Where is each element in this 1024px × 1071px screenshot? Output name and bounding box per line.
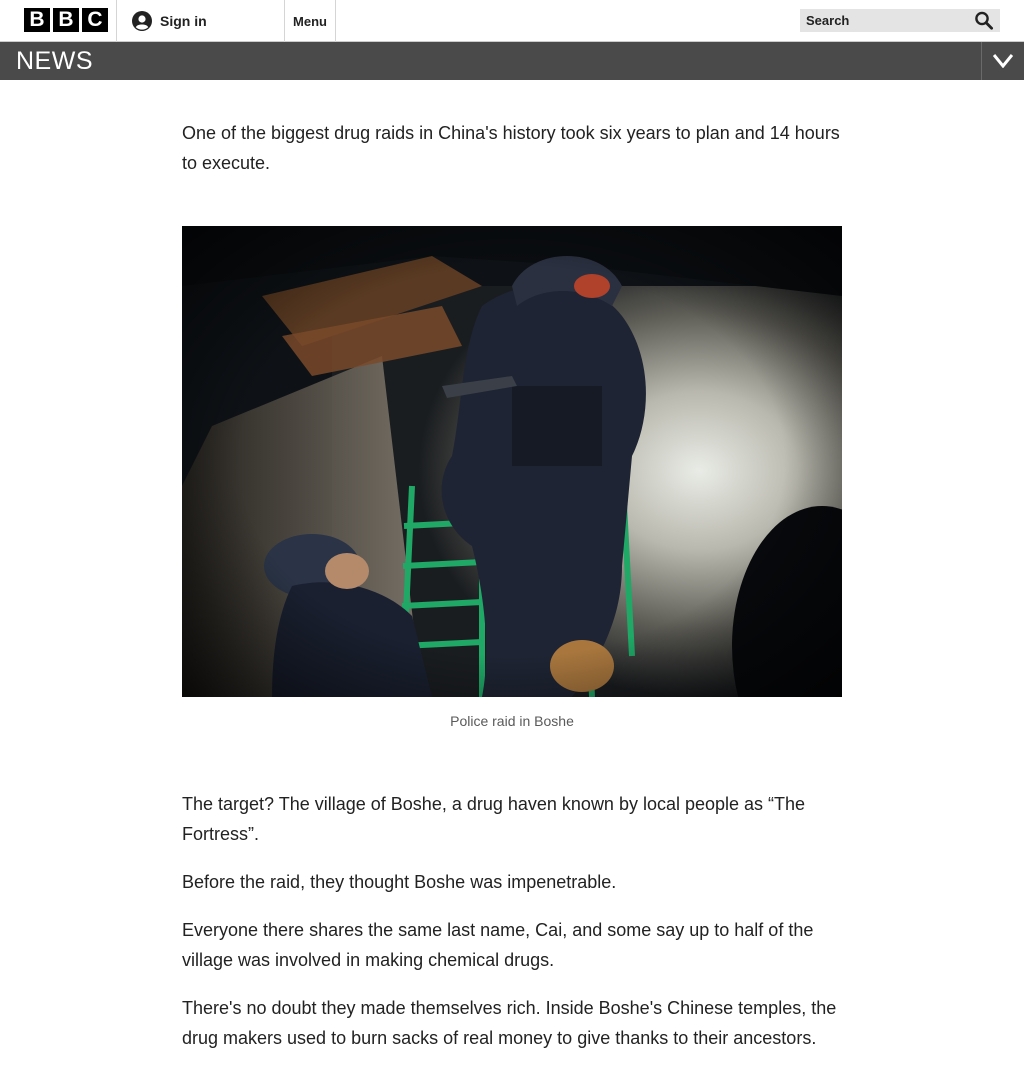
bbc-top-bar: B B C Sign in Menu	[0, 0, 1024, 42]
chevron-down-icon	[993, 54, 1013, 68]
sign-in-button[interactable]: Sign in	[132, 10, 207, 32]
user-icon	[132, 11, 152, 31]
article-paragraph: Before the raid, they thought Boshe was …	[182, 872, 617, 892]
bbc-logo-block: B	[53, 8, 79, 32]
menu-label: Menu	[293, 13, 327, 29]
article-figure: Police raid in Boshe	[182, 226, 842, 729]
article-paragraph: There's no doubt they made themselves ri…	[182, 998, 837, 1048]
bbc-logo-block: C	[82, 8, 108, 32]
search-input[interactable]	[800, 13, 974, 28]
bbc-logo[interactable]: B B C	[24, 8, 108, 32]
news-wordmark[interactable]: NEWS	[16, 47, 93, 75]
news-nav-toggle[interactable]	[981, 42, 1024, 80]
search-icon[interactable]	[974, 11, 994, 30]
news-bar: NEWS	[0, 42, 1024, 80]
bbc-logo-block: B	[24, 8, 50, 32]
article-body: One of the biggest drug raids in China's…	[182, 118, 842, 1071]
sign-in-label: Sign in	[160, 13, 207, 29]
article-paragraph: The target? The village of Boshe, a drug…	[182, 794, 806, 844]
search-box	[800, 9, 1000, 32]
menu-button[interactable]: Menu	[284, 0, 336, 42]
article-lead: One of the biggest drug raids in China's…	[182, 123, 840, 173]
article-paragraph: Everyone there shares the same last name…	[182, 920, 814, 970]
header-divider	[116, 0, 117, 42]
police-raid-photo	[182, 226, 842, 697]
image-caption: Police raid in Boshe	[450, 713, 574, 729]
